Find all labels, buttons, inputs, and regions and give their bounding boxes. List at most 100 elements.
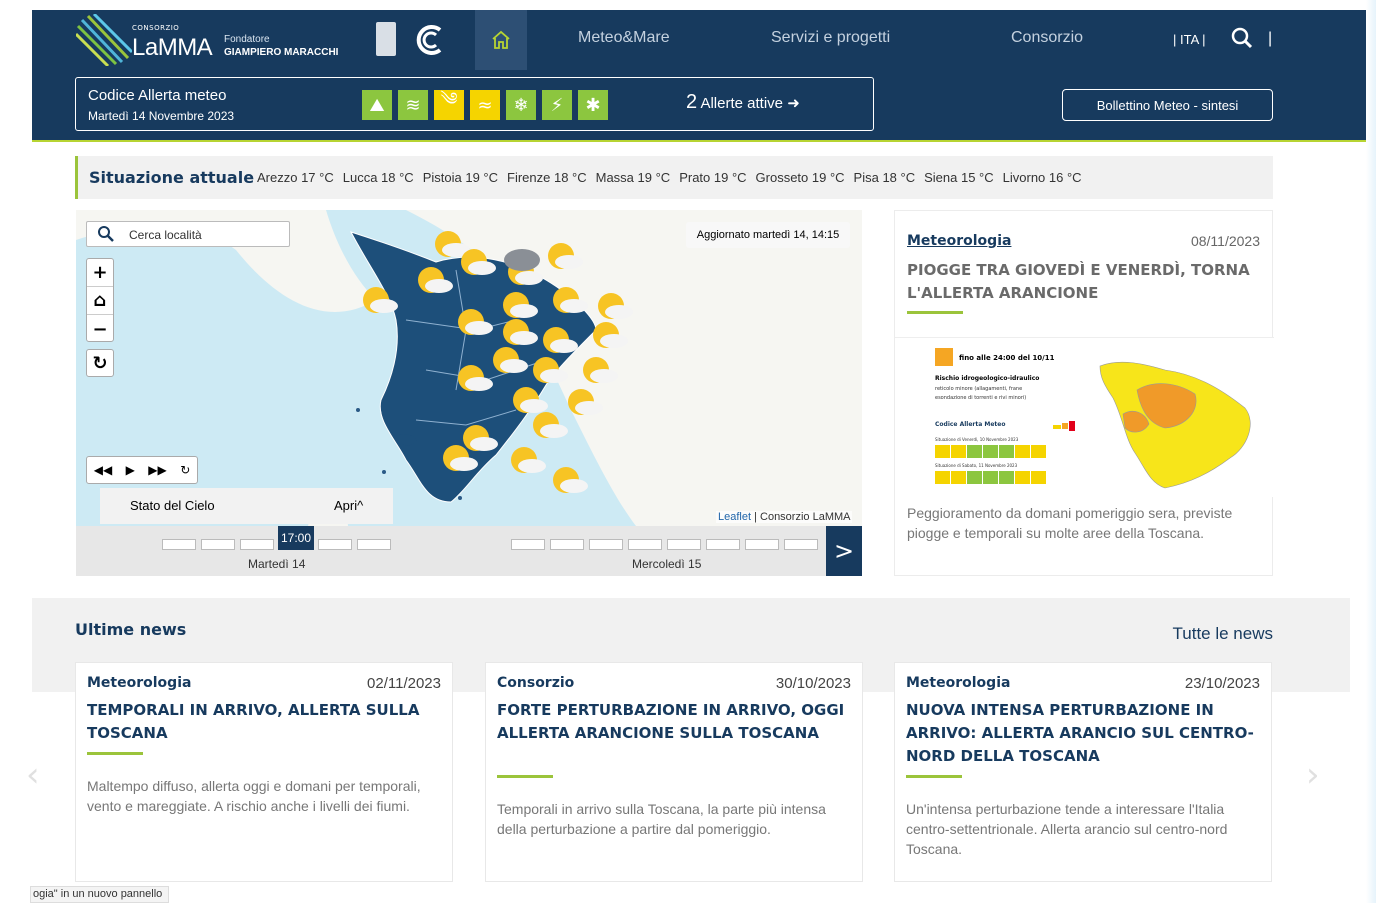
city-temperature[interactable]: Livorno 16 °C <box>1003 170 1082 185</box>
city-temperature[interactable]: Massa 19 °C <box>596 170 671 185</box>
cloud-icon <box>510 331 538 345</box>
day-label-1: Martedì 14 <box>248 557 306 571</box>
news-heading: Ultime news <box>75 620 187 639</box>
neve-icon[interactable]: ❄ <box>506 90 536 120</box>
news-category[interactable]: Meteorologia <box>87 675 191 691</box>
map-updated-label: Aggiornato martedì 14, 14:15 <box>686 222 850 248</box>
zoom-out-button[interactable]: − <box>87 315 113 343</box>
current-conditions-bar: Situazione attuale Arezzo 17 °C Lucca 18 … <box>75 156 1273 199</box>
current-time-slot[interactable]: 17:00 <box>278 526 314 550</box>
city-temperature[interactable]: Siena 15 °C <box>924 170 994 185</box>
news-title[interactable]: TEMPORALI IN ARRIVO, ALLERTA SULLA TOSCA… <box>87 699 442 745</box>
lamma-logo[interactable]: CONSORZIO LaMMA Fondatore GIAMPIERO MARA… <box>76 14 366 66</box>
regione-crest-icon[interactable] <box>376 22 396 56</box>
infographic-line-5: Codice Allerta Meteo <box>935 421 1005 428</box>
search-icon[interactable] <box>1230 26 1254 50</box>
featured-article[interactable]: Meteorologia 08/11/2023 PIOGGE TRA GIOVE… <box>894 210 1274 576</box>
browser-status-bar: ogia" in un nuovo pannello <box>30 886 170 903</box>
alert-map-icon: fino alle 24:00 del 10/11 Rischio idroge… <box>935 348 1251 489</box>
animation-player: ◀◀ ▶ ▶▶ ↻ <box>86 456 198 484</box>
time-slot[interactable] <box>550 539 584 550</box>
fast-forward-icon[interactable]: ▶▶ <box>148 463 166 477</box>
article-infographic[interactable]: fino alle 24:00 del 10/11 Rischio idroge… <box>895 337 1274 497</box>
cnr-logo-icon[interactable] <box>412 24 448 56</box>
news-category[interactable]: Meteorologia <box>906 675 1010 691</box>
time-slot[interactable] <box>628 539 662 550</box>
time-slot[interactable] <box>240 539 274 550</box>
mareggiate-icon[interactable]: ≈ <box>470 90 500 120</box>
time-slot[interactable] <box>511 539 545 550</box>
layer-selector[interactable]: Stato del Cielo Apri^ <box>100 488 393 524</box>
zoom-in-button[interactable]: + <box>87 259 113 287</box>
news-title[interactable]: NUOVA INTENSA PERTURBAZIONE IN ARRIVO: A… <box>906 699 1261 768</box>
time-slot[interactable] <box>162 539 196 550</box>
news-category[interactable]: Consorzio <box>497 675 574 691</box>
article-title[interactable]: PIOGGE TRA GIOVEDÌ E VENERDÌ, TORNA L'AL… <box>907 259 1262 305</box>
time-slot[interactable] <box>589 539 623 550</box>
bollettino-button[interactable]: Bollettino Meteo - sintesi <box>1062 89 1273 121</box>
nav-consorzio[interactable]: Consorzio <box>1011 29 1083 47</box>
time-slot[interactable] <box>357 539 391 550</box>
day-label-2: Mercoledì 15 <box>632 557 702 571</box>
time-slot[interactable] <box>784 539 818 550</box>
news-title[interactable]: FORTE PERTURBAZIONE IN ARRIVO, OGGI ALLE… <box>497 699 852 745</box>
carousel-prev-icon[interactable]: ‹ <box>26 755 40 795</box>
city-temperature[interactable]: Pisa 18 °C <box>854 170 916 185</box>
vento-icon[interactable]: ༄ <box>434 89 464 120</box>
cloud-icon <box>605 305 633 319</box>
city-temperature[interactable]: Firenze 18 °C <box>507 170 587 185</box>
city-temperatures: Arezzo 17 °C Lucca 18 °C Pistoia 19 °C Fire… <box>257 170 1091 185</box>
attribution-text: | Consorzio LaMMA <box>751 511 851 523</box>
time-slot[interactable] <box>706 539 740 550</box>
nav-meteo-mare[interactable]: Meteo&Mare <box>578 29 670 47</box>
leaflet-link[interactable]: Leaflet <box>718 511 751 523</box>
news-card[interactable]: Meteorologia 23/10/2023 NUOVA INTENSA PE… <box>894 662 1272 882</box>
infographic-line-2: Rischio idrogeologico-idraulico <box>935 375 1039 382</box>
carousel-next-icon[interactable]: › <box>1306 755 1320 795</box>
cloud-icon <box>590 369 618 383</box>
language-selector[interactable]: | ITA | <box>1173 32 1206 47</box>
city-temperature[interactable]: Pistoia 19 °C <box>423 170 498 185</box>
idraulico-icon[interactable]: ≋ <box>398 90 428 120</box>
title-underline <box>906 775 962 778</box>
home-view-icon[interactable]: ⌂ <box>87 287 113 315</box>
reload-icon[interactable]: ↻ <box>180 463 190 477</box>
active-alerts-link[interactable]: 2 Allerte attive ➜ <box>686 91 800 114</box>
forecast-timeline: 17:00 Martedì 14 Mercoledì 15 > <box>76 526 862 576</box>
cloud-icon <box>465 377 493 391</box>
article-category[interactable]: Meteorologia <box>907 233 1011 249</box>
home-button[interactable] <box>475 10 527 70</box>
weather-map[interactable]: Cerca località + ⌂ − ↻ Aggiornato marted… <box>76 210 862 576</box>
cloud-icon <box>370 299 398 313</box>
cloud-icon <box>510 304 538 318</box>
city-temperature[interactable]: Grosseto 19 °C <box>756 170 845 185</box>
nav-servizi-progetti[interactable]: Servizi e progetti <box>771 29 890 47</box>
play-icon[interactable]: ▶ <box>126 463 135 477</box>
rewind-icon[interactable]: ◀◀ <box>94 463 112 477</box>
ghiaccio-icon[interactable]: ✱ <box>578 90 608 120</box>
idrogeologico-icon[interactable]: ⛰ <box>362 90 392 120</box>
time-slot[interactable] <box>318 539 352 550</box>
city-temperature[interactable]: Lucca 18 °C <box>343 170 414 185</box>
timeline-next-button[interactable]: > <box>826 526 862 576</box>
article-excerpt: Peggioramento da domani pomeriggio sera,… <box>907 505 1233 541</box>
time-slot[interactable] <box>667 539 701 550</box>
all-news-link[interactable]: Tutte le news <box>1173 624 1273 644</box>
logo-rays-icon <box>76 14 132 66</box>
city-temperature[interactable]: Arezzo 17 °C <box>257 170 334 185</box>
time-slot[interactable] <box>201 539 235 550</box>
layer-open-toggle[interactable]: Apri^ <box>334 498 363 513</box>
logo-founder: GIAMPIERO MARACCHI <box>224 47 339 58</box>
city-temperature[interactable]: Prato 19 °C <box>679 170 746 185</box>
infographic-line-3: reticolo minore (allagamenti, frane <box>935 386 1022 392</box>
cloud-icon <box>450 457 478 471</box>
alert-summary-box[interactable]: Codice Allerta meteo Martedì 14 Novembre… <box>75 77 874 131</box>
temporali-icon[interactable]: ⚡ <box>542 90 572 120</box>
location-search[interactable]: Cerca località <box>86 221 290 247</box>
refresh-icon[interactable]: ↻ <box>86 349 114 377</box>
logo-name: LaMMA <box>132 34 213 61</box>
time-slot[interactable] <box>745 539 779 550</box>
news-card[interactable]: Meteorologia 02/11/2023 TEMPORALI IN ARR… <box>75 662 453 882</box>
news-card[interactable]: Consorzio 30/10/2023 FORTE PERTURBAZIONE… <box>485 662 863 882</box>
alert-title: Codice Allerta meteo <box>88 87 227 104</box>
